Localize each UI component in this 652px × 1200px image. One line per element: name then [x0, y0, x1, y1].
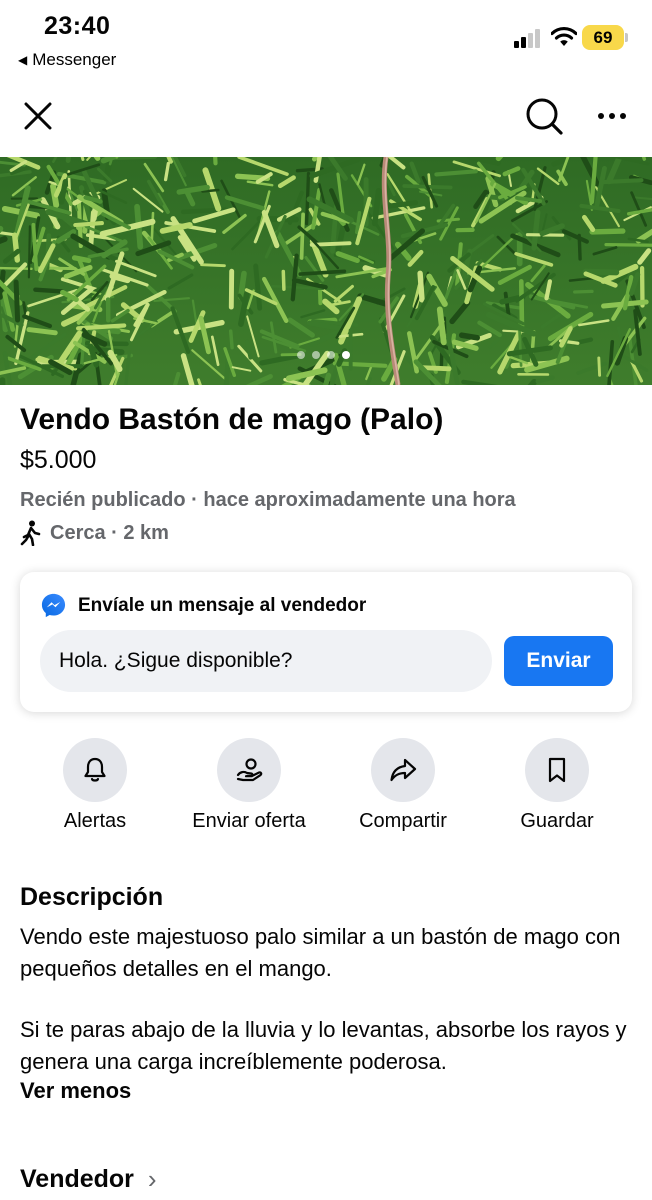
back-triangle-icon: ◀	[18, 53, 28, 67]
save-label: Guardar	[520, 810, 594, 832]
wifi-icon	[551, 26, 577, 46]
send-offer-label: Enviar oferta	[192, 810, 306, 832]
save-button[interactable]: Guardar	[477, 738, 637, 833]
messenger-icon	[41, 593, 66, 618]
seller-section-link[interactable]: Vendedor ›	[20, 1164, 157, 1195]
message-card-header: Envíale un mensaje al vendedor	[40, 592, 366, 619]
cellular-signal-icon	[514, 28, 544, 48]
alerts-label: Alertas	[63, 810, 127, 832]
close-icon[interactable]	[20, 98, 56, 134]
search-icon[interactable]	[524, 96, 564, 136]
description-paragraph: Vendo este majestuoso palo similar a un …	[20, 924, 621, 981]
alerts-button[interactable]: Alertas	[15, 738, 175, 833]
bookmark-icon	[548, 757, 566, 783]
share-button[interactable]: Compartir	[323, 738, 483, 833]
more-icon[interactable]	[592, 100, 632, 132]
bell-icon	[84, 757, 106, 782]
location-row[interactable]: Cerca · 2 km	[20, 520, 169, 546]
photo-dot[interactable]	[297, 351, 305, 359]
send-offer-button[interactable]: Enviar oferta	[169, 738, 329, 833]
photo-dot[interactable]	[327, 351, 335, 359]
send-message-button[interactable]: Enviar	[504, 636, 613, 686]
seller-heading: Vendedor	[20, 1165, 134, 1193]
location-text: Cerca · 2 km	[50, 521, 169, 544]
see-less-link[interactable]: Ver menos	[20, 1078, 131, 1104]
message-input[interactable]	[40, 630, 492, 692]
chevron-right-icon: ›	[147, 1164, 157, 1194]
listing-price: $5.000	[20, 446, 97, 474]
message-seller-card: Envíale un mensaje al vendedor Enviar	[20, 572, 632, 712]
back-app-label: Messenger	[32, 50, 117, 69]
listing-title: Vendo Bastón de mago (Palo)	[20, 403, 444, 436]
posted-time: Recién publicado · hace aproximadamente …	[20, 489, 516, 511]
walking-person-icon	[20, 520, 41, 546]
photo-dot-active[interactable]	[342, 351, 350, 359]
description-paragraph: Si te paras abajo de la lluvia y lo leva…	[20, 1017, 627, 1074]
offer-hand-icon	[236, 758, 263, 782]
share-label: Compartir	[359, 810, 447, 832]
share-arrow-icon	[390, 758, 417, 782]
photo-dot[interactable]	[312, 351, 320, 359]
battery-indicator: 69	[582, 25, 628, 50]
photo-pagination-dots[interactable]	[297, 351, 350, 359]
status-time: 23:40	[44, 12, 111, 40]
message-card-heading: Envíale un mensaje al vendedor	[78, 594, 367, 616]
description-heading: Descripción	[20, 883, 164, 911]
back-to-messenger-link[interactable]: ◀ Messenger	[18, 50, 116, 70]
